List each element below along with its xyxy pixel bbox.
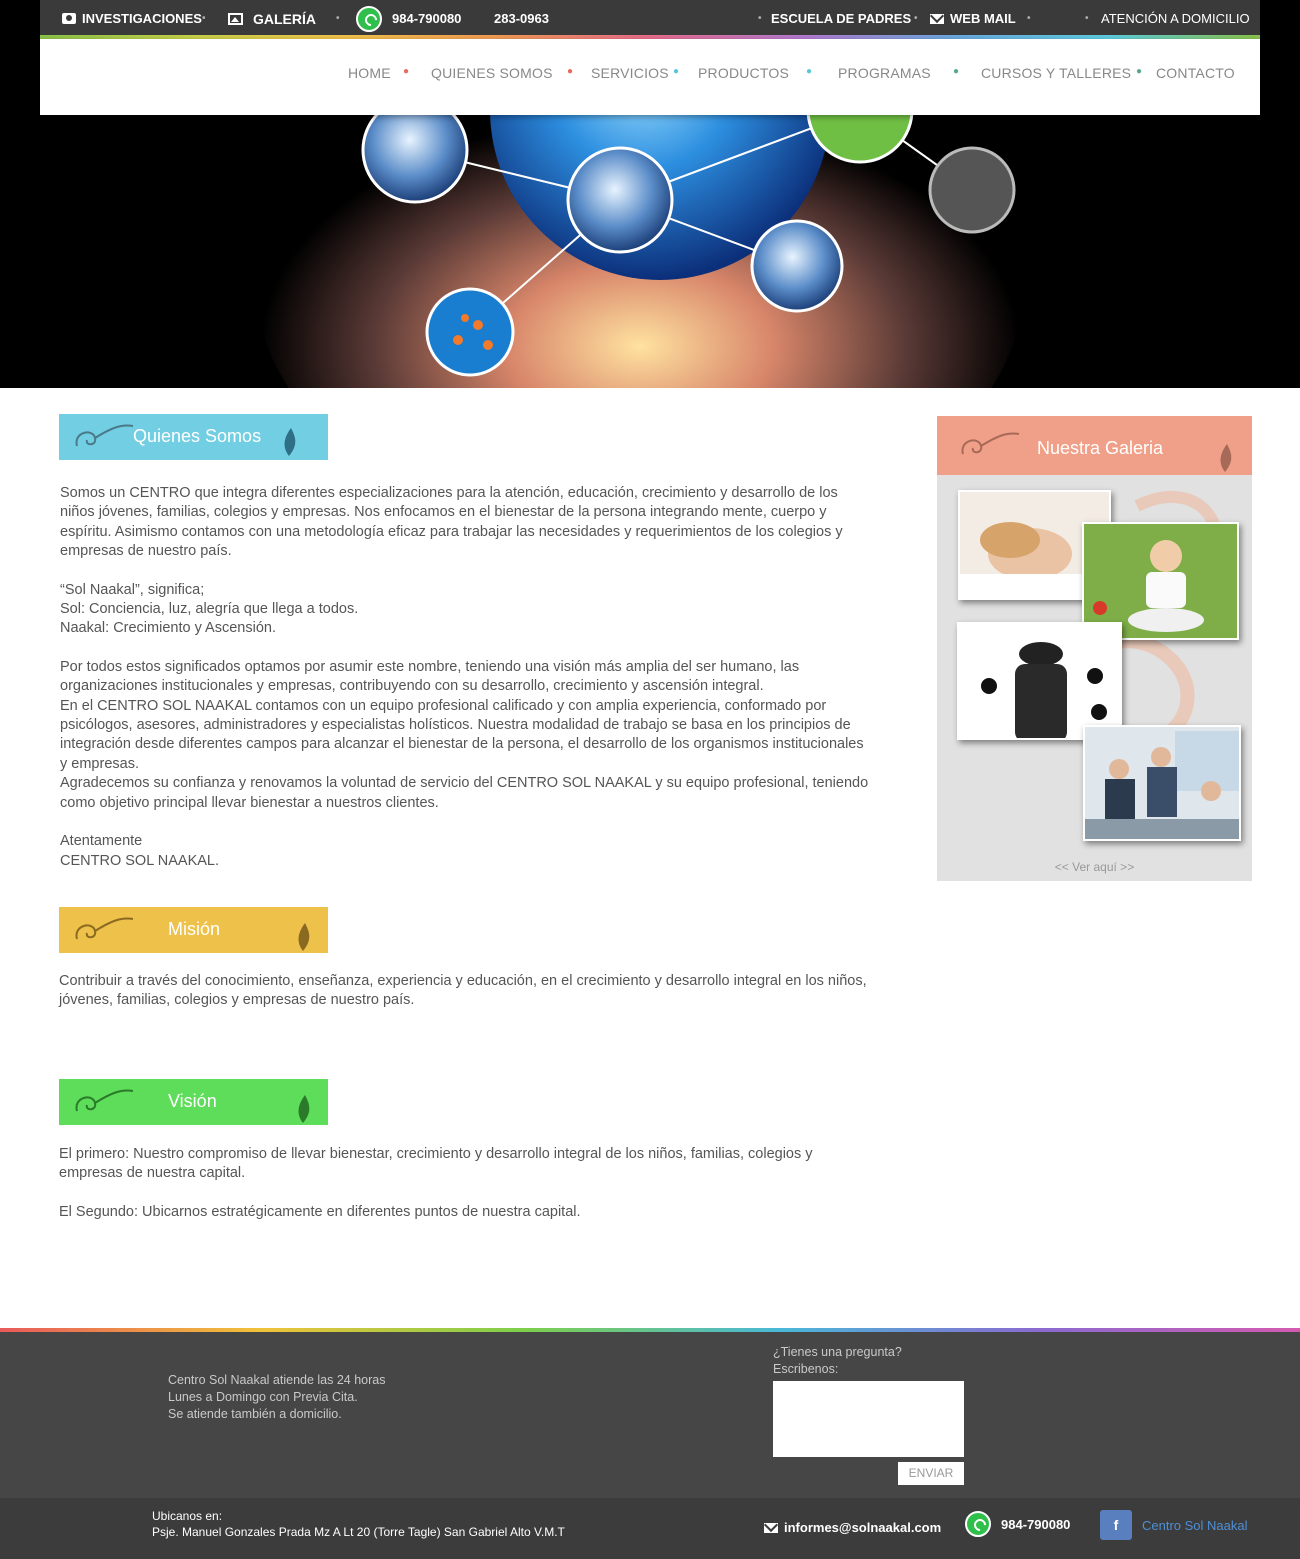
quienes-paragraph-5: Agradecemos su confianza y renovamos la … xyxy=(60,775,869,811)
quienes-paragraph-1: Somos un CENTRO que integra diferentes e… xyxy=(60,485,843,560)
phone-2: 283-0963 xyxy=(494,11,549,26)
hours-line-2: Lunes a Domingo con Previa Cita. xyxy=(168,1390,358,1404)
facebook-link[interactable]: f Centro Sol Naakal xyxy=(1100,1510,1248,1540)
gallery-view-more-link[interactable]: << Ver aquí >> xyxy=(937,860,1252,874)
top-bar: INVESTIGACIONES • GALERÍA • 984-790080 2… xyxy=(40,0,1260,37)
signature-line-1: Atentamente xyxy=(60,833,143,850)
nav-home[interactable]: HOME xyxy=(348,65,391,81)
gallery-title: Nuestra Galeria xyxy=(1037,438,1164,458)
separator-dot: • xyxy=(202,13,206,24)
galeria-label: GALERÍA xyxy=(253,10,316,27)
nav-contacto[interactable]: CONTACTO xyxy=(1156,65,1235,81)
location-label: Ubicanos en: xyxy=(152,1509,223,1523)
question-line-2: Escribenos: xyxy=(773,1362,839,1376)
vision-title: Visión xyxy=(168,1091,217,1111)
investigaciones-link[interactable]: INVESTIGACIONES xyxy=(62,0,202,37)
location-address: Psje. Manuel Gonzales Prada Mz A Lt 20 (… xyxy=(152,1525,565,1539)
nav-separator: ● xyxy=(403,66,410,77)
quienes-somos-banner: Quienes Somos xyxy=(59,414,328,460)
signature-line-2: CENTRO SOL NAAKAL. xyxy=(60,852,220,869)
opening-hours: Centro Sol Naakal atiende las 24 horas L… xyxy=(168,1372,386,1423)
nav-separator: ● xyxy=(806,66,813,77)
quienes-somos-text: Somos un CENTRO que integra diferentes e… xyxy=(60,484,870,871)
separator-dot: • xyxy=(336,13,340,24)
sol-naakal-heading: “Sol Naakal”, significa; xyxy=(60,581,205,598)
question-textarea[interactable] xyxy=(773,1381,964,1457)
quienes-somos-title: Quienes Somos xyxy=(133,426,262,446)
whatsapp-icon xyxy=(356,5,382,32)
sol-meaning: Sol: Conciencia, luz, alegría que llega … xyxy=(60,601,359,618)
galeria-link[interactable]: GALERÍA xyxy=(228,0,316,37)
email-address: informes@solnaakal.com xyxy=(784,1520,942,1535)
vision-paragraph-2: El Segundo: Ubicarnos estratégicamente e… xyxy=(59,1203,581,1220)
quienes-paragraph-4: En el CENTRO SOL NAAKAL contamos con un … xyxy=(60,697,864,772)
question-prompt: ¿Tienes una pregunta? Escribenos: xyxy=(773,1344,902,1378)
vision-paragraph-1: El primero: Nuestro compromiso de llevar… xyxy=(59,1146,813,1182)
hours-line-1: Centro Sol Naakal atiende las 24 horas xyxy=(168,1373,386,1387)
footer-phone[interactable]: 984-790080 xyxy=(965,1511,1070,1537)
email-link[interactable]: informes@solnaakal.com xyxy=(764,1520,941,1535)
question-line-1: ¿Tienes una pregunta? xyxy=(773,1345,902,1359)
nav-cursos-talleres[interactable]: CURSOS Y TALLERES xyxy=(981,65,1131,81)
gallery-panel: Nuestra Galeria << Ver aquí >> xyxy=(937,416,1252,881)
hours-line-3: Se atiende también a domicilio. xyxy=(168,1407,342,1421)
nav-productos[interactable]: PRODUCTOS xyxy=(698,65,789,81)
nav-servicios[interactable]: SERVICIOS xyxy=(591,65,669,81)
facebook-icon: f xyxy=(1100,1510,1132,1540)
image-icon xyxy=(228,12,243,25)
phone-1: 984-790080 xyxy=(392,11,462,26)
webmail-link[interactable]: WEB MAIL xyxy=(930,0,1016,37)
whatsapp-phone[interactable]: 984-790080 xyxy=(356,0,461,37)
quienes-paragraph-3: Por todos estos significados optamos por… xyxy=(60,658,800,695)
atencion-domicilio-link[interactable]: ATENCIÓN A DOMICILIO xyxy=(1101,0,1250,37)
mision-text: Contribuir a través del conocimiento, en… xyxy=(59,973,867,1009)
mail-icon xyxy=(930,13,944,24)
separator-dot: • xyxy=(1085,13,1089,24)
gallery-header: Nuestra Galeria xyxy=(937,416,1252,475)
nav-programas[interactable]: PROGRAMAS xyxy=(838,65,931,81)
nav-separator: ● xyxy=(953,66,960,77)
naakal-meaning: Naakal: Crecimiento y Ascensión. xyxy=(60,620,276,637)
gallery-photo-press-interview[interactable] xyxy=(957,622,1122,740)
nav-separator: ● xyxy=(1136,66,1143,77)
footer-phone-number: 984-790080 xyxy=(1001,1516,1071,1532)
separator-dot: • xyxy=(1027,13,1031,24)
main-nav: HOME ● QUIENES SOMOS ● SERVICIOS ● PRODU… xyxy=(40,39,1260,115)
facebook-label: Centro Sol Naakal xyxy=(1142,1517,1248,1533)
vision-text: El primero: Nuestro compromiso de llevar… xyxy=(59,1145,869,1222)
nav-separator: ● xyxy=(673,66,680,77)
nav-separator: ● xyxy=(567,66,574,77)
webmail-label: WEB MAIL xyxy=(950,11,1016,26)
footer: Centro Sol Naakal atiende las 24 horas L… xyxy=(0,1332,1300,1498)
gallery-photo-business-meeting[interactable] xyxy=(1083,725,1241,841)
escuela-de-padres-link[interactable]: ESCUELA DE PADRES xyxy=(771,0,911,37)
vision-banner: Visión xyxy=(59,1079,328,1125)
send-button[interactable]: ENVIAR xyxy=(898,1462,964,1485)
mision-banner: Misión xyxy=(59,907,328,953)
investigaciones-label: INVESTIGACIONES xyxy=(82,11,202,26)
separator-dot: • xyxy=(758,13,762,24)
location: Ubicanos en: Psje. Manuel Gonzales Prada… xyxy=(152,1508,565,1540)
nav-quienes-somos[interactable]: QUIENES SOMOS xyxy=(431,65,553,81)
camera-icon xyxy=(62,13,76,24)
footer-bottom-bar: Ubicanos en: Psje. Manuel Gonzales Prada… xyxy=(0,1498,1300,1559)
whatsapp-icon xyxy=(965,1511,991,1537)
separator-dot: • xyxy=(914,13,918,24)
mision-title: Misión xyxy=(168,919,221,939)
mail-icon xyxy=(764,1522,778,1533)
